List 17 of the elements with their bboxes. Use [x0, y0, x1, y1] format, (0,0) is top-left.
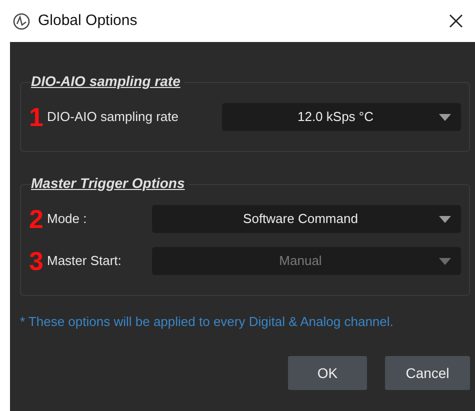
- caret-icon: [439, 216, 451, 222]
- annotation-number: 1: [29, 104, 44, 130]
- ok-button[interactable]: OK: [288, 356, 367, 390]
- dropdown[interactable]: Software Command: [152, 205, 461, 233]
- close-icon[interactable]: [449, 14, 463, 28]
- field-label: DIO-AIO sampling rate: [47, 108, 180, 126]
- dropdown[interactable]: 12.0 kSps °C: [222, 103, 461, 131]
- caret-icon: [439, 114, 451, 120]
- annotation-number: 2: [29, 206, 44, 232]
- note-text: * These options will be applied to every Digital & Analog channel.: [20, 313, 394, 331]
- annotation-number: 3: [29, 248, 44, 274]
- caret-icon: [439, 258, 451, 264]
- cancel-button[interactable]: Cancel: [385, 356, 470, 390]
- window-title: Global Options: [38, 10, 138, 31]
- app-logo-icon: [13, 12, 30, 30]
- field-label: Master Start:: [47, 252, 122, 270]
- field-label: Mode :: [47, 210, 88, 228]
